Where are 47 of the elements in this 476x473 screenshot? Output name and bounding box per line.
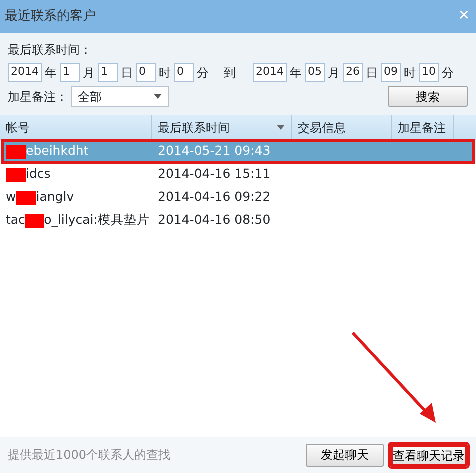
range-label: 到: [224, 64, 236, 82]
caret-icon: [154, 94, 162, 99]
unit-label: 月: [83, 64, 95, 82]
account-text: w: [6, 188, 16, 206]
number-field[interactable]: 26: [343, 63, 363, 82]
time-cell-text: 2014-04-16 15:11: [157, 165, 272, 184]
unit-label: 时: [404, 64, 416, 82]
table-row[interactable]: tac o_lilycai:模具垫片 2014-04-16 08:50: [2, 209, 474, 232]
hint-text: 提供最近1000个联系人的查找: [8, 447, 171, 464]
redaction-mark: [25, 214, 44, 228]
number-field[interactable]: 1: [98, 63, 118, 82]
unit-label: 时: [159, 64, 171, 82]
number-field[interactable]: 0: [174, 63, 194, 82]
filter-label: 最后联系时间：: [8, 42, 93, 59]
account-text: tac: [6, 211, 26, 230]
table-row[interactable]: idcs 2014-04-16 15:11: [2, 163, 474, 186]
number-field[interactable]: 0: [136, 63, 156, 82]
unit-label: 分: [442, 64, 454, 82]
footer-button[interactable]: 查看聊天记录: [390, 444, 468, 466]
account-text: ebeihkdht: [26, 142, 89, 160]
unit-label: 月: [328, 64, 340, 82]
unit-label: 分: [197, 64, 209, 82]
account-text: idcs: [26, 165, 51, 184]
unit-label: 年: [45, 64, 57, 82]
window-title: 最近联系的客户: [5, 8, 96, 26]
number-field[interactable]: 2014: [253, 63, 287, 82]
number-field[interactable]: 05: [305, 63, 325, 82]
redaction-mark: [16, 190, 36, 204]
number-field[interactable]: 2014: [8, 63, 42, 82]
number-field[interactable]: 1: [60, 63, 80, 82]
search-button[interactable]: 搜索: [388, 86, 468, 107]
account-text: ianglv: [36, 188, 74, 206]
account-text: o_lilycai:模具垫片: [44, 211, 150, 230]
number-field[interactable]: 10: [419, 63, 439, 82]
number-field[interactable]: 09: [381, 63, 401, 82]
time-cell-text: 2014-05-21 09:43: [157, 142, 272, 160]
time-cell-text: 2014-04-16 08:50: [157, 211, 272, 230]
time-cell-text: 2014-04-16 09:22: [157, 188, 272, 206]
footer-button[interactable]: 发起聊天: [306, 444, 384, 466]
unit-label: 日: [121, 64, 133, 82]
unit-label: 年: [290, 64, 302, 82]
star-dropdown[interactable]: 全部: [71, 86, 169, 107]
redaction-mark: [6, 144, 26, 158]
redaction-mark: [6, 168, 26, 182]
table-row[interactable]: w ianglv 2014-04-16 09:22: [2, 186, 474, 209]
star-label: 加星备注：: [8, 88, 68, 106]
unit-label: 日: [366, 64, 378, 82]
